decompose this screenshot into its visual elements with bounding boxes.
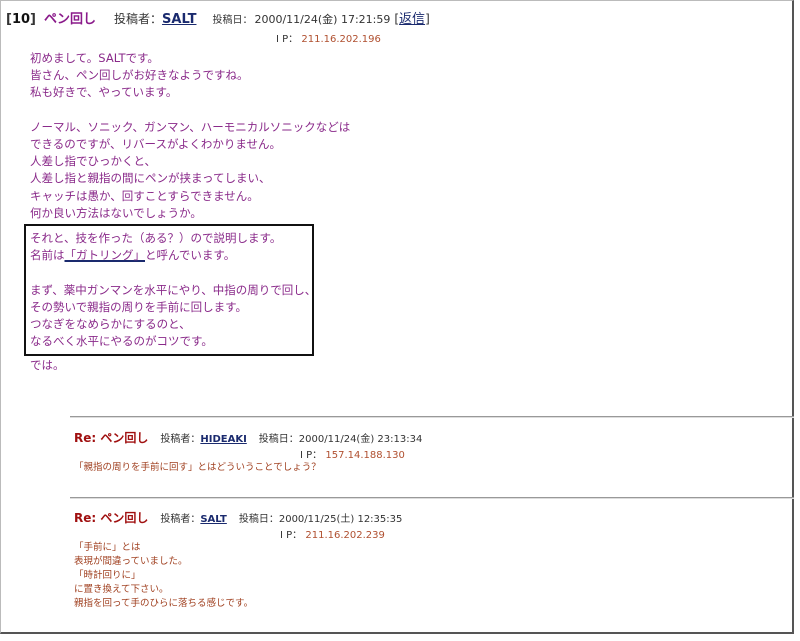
body-line: それと、技を作った（ある？）ので説明します。 — [30, 231, 282, 245]
body-line: まず、薬中ガンマンを水平にやり、中指の周りで回し、 — [30, 282, 317, 297]
reply-button[interactable]: 返信 — [399, 8, 425, 27]
ip-label: I P： — [280, 530, 303, 541]
reply-line: 「親指の周りを手前に回す」とはどういうことでしょう？ — [74, 462, 321, 473]
ip-value: 211.16.202.196 — [301, 34, 381, 45]
body-line: できるのですが、リバースがよくわかりません。 — [30, 137, 282, 151]
ip-label: I P： — [300, 450, 323, 461]
reply-divider — [70, 497, 794, 499]
reply-header: Re: ペン回し 投稿者： HIDEAKI 投稿日： 2000/11/24(金)… — [74, 429, 422, 446]
date-label: 投稿日： — [212, 15, 253, 26]
ip-value: 157.14.188.130 — [325, 450, 405, 461]
highlight-box-text: それと、技を作った（ある？）ので説明します。 名前は「ガトリング」と呼んでいます… — [30, 230, 316, 350]
reply-line: に置き換えて下さい。 — [74, 584, 169, 595]
date-label: 投稿日： — [238, 514, 279, 525]
reply-line: 「時計回りに」 — [74, 570, 141, 581]
reply-ip-row: I P： 157.14.188.130 — [300, 446, 405, 461]
date-label: 投稿日： — [258, 434, 299, 445]
reply-body: 「親指の周りを手前に回す」とはどういうことでしょう？ — [74, 461, 321, 475]
body-line: つなぎをなめらかにするのと、 — [30, 317, 191, 331]
reply-title: Re: ペン回し — [74, 431, 149, 445]
post-header: [10] ペン回し 投稿者： SALT 投稿日： 2000/11/24(金) 1… — [6, 8, 430, 27]
author-label: 投稿者： — [114, 12, 163, 26]
post-title: ペン回し — [44, 12, 97, 27]
body-line: キャッチは愚か、回すことすらできません。 — [30, 188, 259, 203]
reply-bracket-close: ] — [425, 12, 430, 26]
reply-author-link[interactable]: SALT — [200, 514, 226, 525]
body-line: ノーマル、ソニック、ガンマン、ハーモニカルソニックなどは — [30, 119, 351, 134]
technique-name: 「ガトリング」 — [64, 248, 146, 263]
reply-ip-row: I P： 211.16.202.239 — [280, 526, 385, 541]
body-line: 初めまして。SALTです。 — [30, 51, 159, 65]
reply-header: Re: ペン回し 投稿者： SALT 投稿日： 2000/11/25(土) 12… — [74, 509, 402, 526]
reply-line: 表現が間違っていました。 — [74, 556, 188, 567]
post-date: 2000/11/24(金) 17:21:59 — [254, 13, 391, 26]
body-line: 何か良い方法はないでしょうか。 — [30, 205, 202, 220]
body-line: 名前は「ガトリング」と呼んでいます。 — [30, 248, 236, 263]
author-label: 投稿者： — [160, 434, 201, 445]
post-ip-row: I P： 211.16.202.196 — [276, 30, 381, 45]
post-number: [10] — [6, 12, 36, 27]
body-line: 私も好きで、やっています。 — [30, 85, 178, 100]
reply-title: Re: ペン回し — [74, 511, 149, 525]
reply-body: 「手前に」とは 表現が間違っていました。 「時計回りに」 に置き換えて下さい。 … — [74, 541, 253, 611]
post-body: 初めまして。SALTです。 皆さん、ペン回しがお好きなようですね。 私も好きで、… — [30, 50, 350, 222]
reply-line: 親指を回って手のひらに落ちる感じです。 — [74, 598, 254, 609]
closing-line: では。 — [30, 358, 65, 372]
ip-label: I P： — [276, 34, 299, 45]
body-line: 皆さん、ペン回しがお好きなようですね。 — [30, 68, 249, 83]
reply-author-link[interactable]: HIDEAKI — [200, 434, 246, 445]
body-line: 人差し指でひっかくと、 — [30, 154, 157, 169]
body-line: その勢いで親指の周りを手前に回します。 — [30, 299, 248, 314]
body-line: なるべく水平にやるのがコツです。 — [30, 334, 213, 349]
author-label: 投稿者： — [160, 514, 201, 525]
body-line: 人差し指と親指の間にペンが挟まってしまい、 — [30, 171, 271, 186]
reply-line: 「手前に」とは — [74, 542, 141, 553]
reply-divider — [70, 416, 794, 418]
ip-value: 211.16.202.239 — [305, 530, 385, 541]
reply-date: 2000/11/24(金) 23:13:34 — [298, 434, 423, 445]
author-link[interactable]: SALT — [162, 12, 196, 27]
reply-date: 2000/11/25(土) 12:35:35 — [278, 514, 403, 525]
